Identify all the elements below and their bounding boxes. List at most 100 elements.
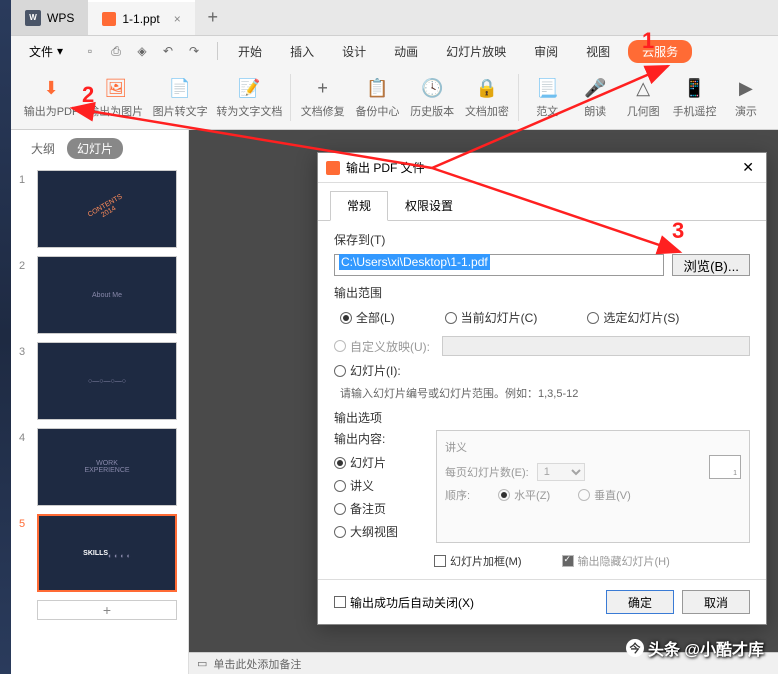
ribbon-history[interactable]: 🕓历史版本 xyxy=(405,70,460,125)
dialog-titlebar[interactable]: 输出 PDF 文件 ✕ xyxy=(318,153,766,183)
ribbon-export-pdf[interactable]: ⬇输出为PDF xyxy=(19,70,83,125)
menu-insert[interactable]: 插入 xyxy=(276,43,328,60)
close-icon[interactable]: × xyxy=(174,12,181,26)
phone-icon: 📱 xyxy=(683,77,707,101)
radio-slides[interactable]: 幻灯片(I): xyxy=(334,362,401,379)
save-to-label: 保存到(T) xyxy=(334,231,750,248)
tab-file-active[interactable]: 1-1.ppt × xyxy=(88,0,194,35)
ocr-icon: 📄 xyxy=(168,77,192,101)
close-icon[interactable]: ✕ xyxy=(738,159,758,176)
options-section-label: 输出选项 xyxy=(334,409,750,426)
tab-home[interactable]: W WPS xyxy=(11,0,88,35)
radio-all[interactable]: 全部(L) xyxy=(340,309,395,326)
save-icon[interactable]: ▫ xyxy=(81,42,99,60)
radio-icon xyxy=(334,480,346,492)
undo-icon[interactable]: ↶ xyxy=(159,42,177,60)
menu-animation[interactable]: 动画 xyxy=(380,43,432,60)
backup-icon: 📋 xyxy=(365,77,389,101)
radio-icon xyxy=(334,340,346,352)
save-path-input[interactable]: C:\Users\xi\Desktop\1-1.pdf xyxy=(334,254,664,276)
radio-icon xyxy=(334,503,346,515)
ribbon-present[interactable]: ▶演示 xyxy=(722,70,770,125)
per-page-label: 每页幻灯片数(E): xyxy=(445,464,529,480)
slide-thumb-5[interactable]: SKILLS◐ ◐ ◐ ◐ xyxy=(37,514,177,592)
slide-thumb-1[interactable]: CONTENTS2014 xyxy=(37,170,177,248)
tab-permissions[interactable]: 权限设置 xyxy=(388,191,470,220)
preview-icon[interactable]: ◈ xyxy=(133,42,151,60)
menu-design[interactable]: 设计 xyxy=(328,43,380,60)
menu-file-label: 文件 xyxy=(29,43,53,60)
tab-slides[interactable]: 幻灯片 xyxy=(67,138,123,159)
separator xyxy=(290,74,291,121)
cloud-service-button[interactable]: 云服务 xyxy=(628,40,692,63)
thumb-number: 4 xyxy=(19,428,29,444)
radio-vertical: 垂直(V) xyxy=(578,487,631,503)
dialog-footer: 输出成功后自动关闭(X) 确定 取消 xyxy=(318,579,766,624)
radio-content-handout[interactable]: 讲义 xyxy=(334,477,374,494)
print-icon[interactable]: ⎙ xyxy=(107,42,125,60)
ribbon-backup[interactable]: 📋备份中心 xyxy=(350,70,405,125)
ppt-file-icon xyxy=(102,12,116,26)
slide-thumb-4[interactable]: WORKEXPERIENCE xyxy=(37,428,177,506)
checkbox-icon xyxy=(334,596,346,608)
radio-content-outline[interactable]: 大纲视图 xyxy=(334,523,398,540)
handout-options-panel: 讲义 每页幻灯片数(E): 1 顺序: 水平(Z) 垂直(V) xyxy=(436,430,750,543)
radio-icon xyxy=(340,312,352,324)
ribbon-ocr[interactable]: 📄图片转文字 xyxy=(148,70,212,125)
checkbox-frame[interactable]: 幻灯片加框(M) xyxy=(434,553,522,569)
menu-view[interactable]: 视图 xyxy=(572,43,624,60)
ribbon-encrypt[interactable]: 🔒文档加密 xyxy=(460,70,515,125)
geometry-icon: △ xyxy=(631,77,655,101)
ppt-icon xyxy=(326,161,340,175)
slide-thumb-2[interactable]: About Me xyxy=(37,256,177,334)
present-icon: ▶ xyxy=(734,77,758,101)
slide-thumb-3[interactable]: ○—○—○—○ xyxy=(37,342,177,420)
ok-button[interactable]: 确定 xyxy=(606,590,674,614)
separator xyxy=(217,42,218,60)
lock-icon: 🔒 xyxy=(475,77,499,101)
tab-general[interactable]: 常规 xyxy=(330,191,388,221)
radio-content-notes[interactable]: 备注页 xyxy=(334,500,386,517)
radio-selected[interactable]: 选定幻灯片(S) xyxy=(587,309,679,326)
radio-icon xyxy=(578,489,590,501)
template-icon: 📃 xyxy=(535,77,559,101)
radio-icon xyxy=(445,312,457,324)
thumb-number: 5 xyxy=(19,514,29,530)
ribbon-template[interactable]: 📃范文 xyxy=(523,70,571,125)
menu-file[interactable]: 文件 ▾ xyxy=(19,43,73,60)
thumb-number: 2 xyxy=(19,256,29,272)
menu-slideshow[interactable]: 幻灯片放映 xyxy=(432,43,520,60)
menu-start[interactable]: 开始 xyxy=(224,43,276,60)
separator xyxy=(518,74,519,121)
tab-add-button[interactable]: + xyxy=(195,0,231,35)
wps-logo-icon: W xyxy=(25,10,41,26)
ribbon-repair[interactable]: +文档修复 xyxy=(295,70,350,125)
tab-outline[interactable]: 大纲 xyxy=(31,140,55,157)
radio-content-slides[interactable]: 幻灯片 xyxy=(334,454,386,471)
thumbnail-list[interactable]: 1CONTENTS2014 2About Me 3○—○—○—○ 4WORKEX… xyxy=(11,166,188,674)
thumb-number: 1 xyxy=(19,170,29,186)
browse-button[interactable]: 浏览(B)... xyxy=(672,254,750,276)
quick-access-toolbar: ▫ ⎙ ◈ ↶ ↷ xyxy=(73,42,211,60)
dialog-title-text: 输出 PDF 文件 xyxy=(346,159,425,176)
slide-panel: 大纲 幻灯片 1CONTENTS2014 2About Me 3○—○—○—○ … xyxy=(11,130,189,674)
image-icon: 🖼 xyxy=(104,77,128,101)
checkbox-auto-close[interactable]: 输出成功后自动关闭(X) xyxy=(334,594,474,611)
redo-icon[interactable]: ↷ xyxy=(185,42,203,60)
radio-current[interactable]: 当前幻灯片(C) xyxy=(445,309,538,326)
cancel-button[interactable]: 取消 xyxy=(682,590,750,614)
ribbon-geometry[interactable]: △几何图 xyxy=(619,70,667,125)
menu-review[interactable]: 审阅 xyxy=(520,43,572,60)
ribbon-remote[interactable]: 📱手机遥控 xyxy=(667,70,722,125)
custom-show-select xyxy=(442,336,750,356)
watermark-text: 头条 @小酷才库 xyxy=(648,636,764,660)
radio-icon xyxy=(334,457,346,469)
add-slide-button[interactable]: + xyxy=(37,600,177,620)
ribbon-to-doc[interactable]: 📝转为文字文档 xyxy=(212,70,286,125)
dialog-body: 保存到(T) C:\Users\xi\Desktop\1-1.pdf 浏览(B)… xyxy=(318,221,766,579)
desktop-left-strip xyxy=(0,0,11,674)
ribbon-export-image[interactable]: 🖼输出为图片 xyxy=(83,70,147,125)
order-label: 顺序: xyxy=(445,487,470,503)
ribbon-read[interactable]: 🎤朗读 xyxy=(571,70,619,125)
titlebar: W WPS 1-1.ppt × + xyxy=(11,0,778,36)
